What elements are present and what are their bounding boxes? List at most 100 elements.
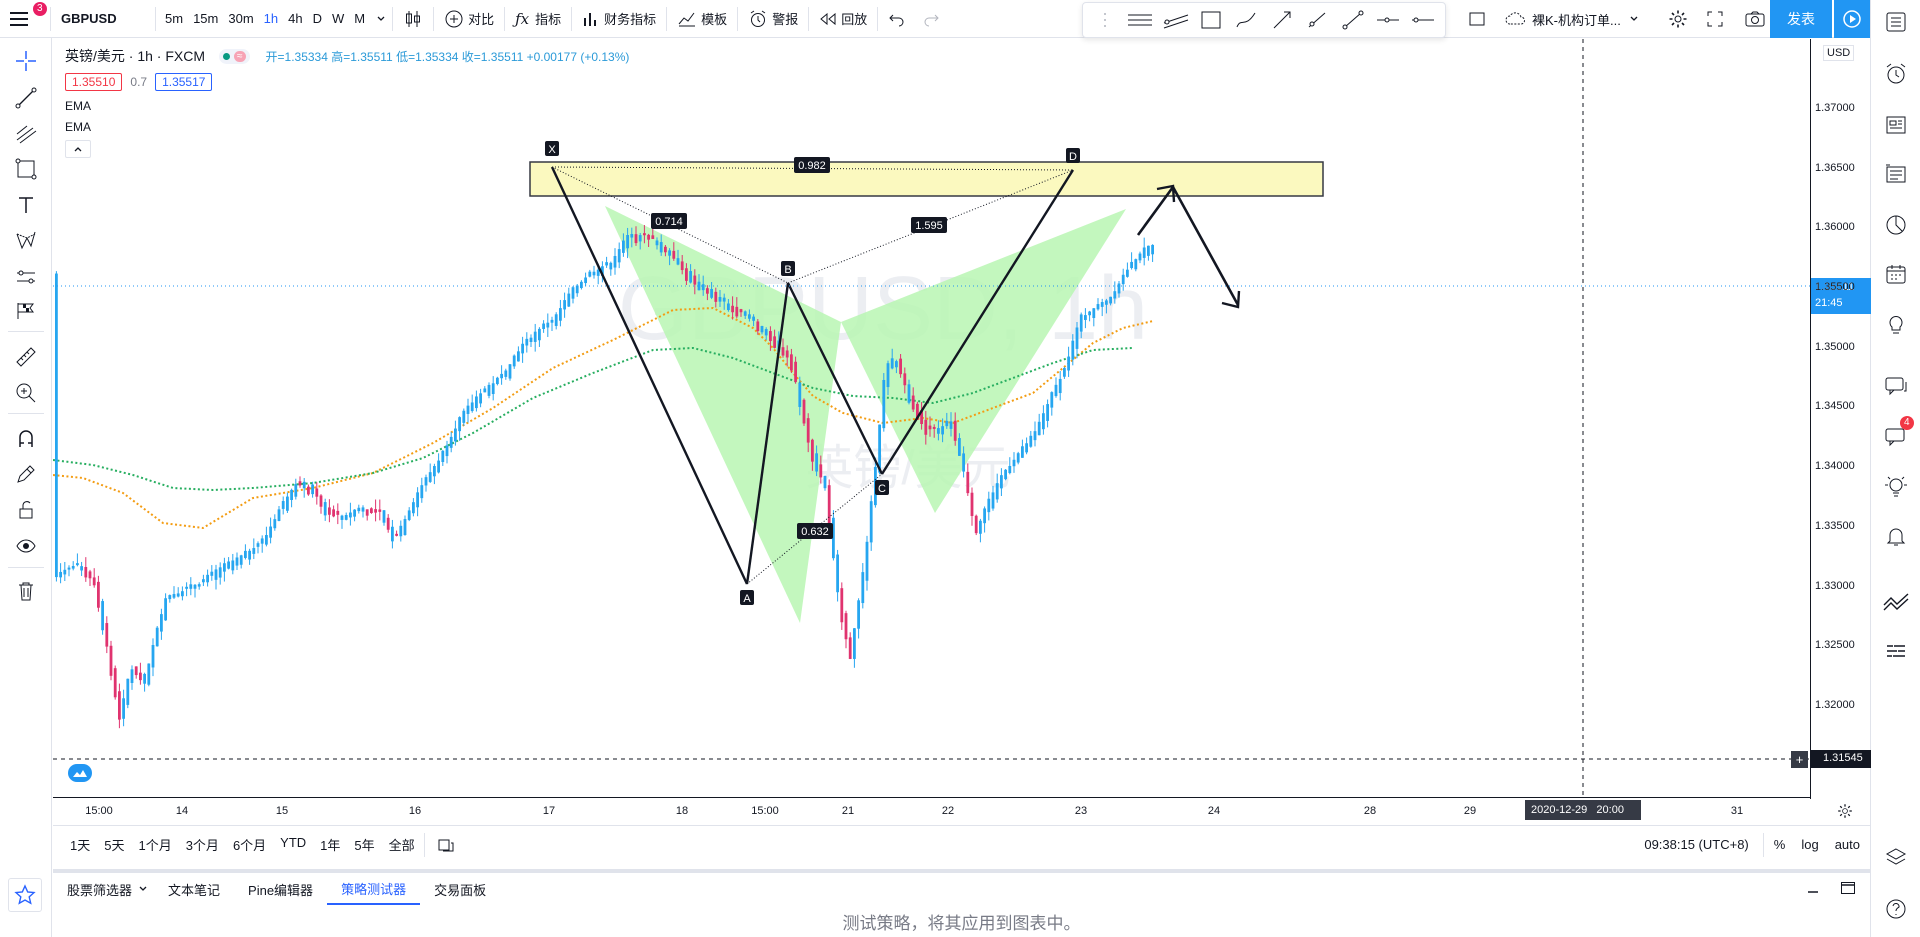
range-1[interactable]: 5天 bbox=[97, 835, 131, 854]
collapse-legend-button[interactable] bbox=[65, 140, 91, 158]
layers-button[interactable] bbox=[1880, 842, 1912, 874]
interval-15m[interactable]: 15m bbox=[188, 11, 223, 26]
trading-logo[interactable] bbox=[68, 764, 92, 782]
range-6[interactable]: 1年 bbox=[313, 835, 347, 854]
trend-line-tool[interactable] bbox=[1335, 3, 1370, 37]
chats-button[interactable] bbox=[1880, 370, 1912, 402]
undo-button[interactable] bbox=[880, 0, 914, 38]
rectangle-tool[interactable] bbox=[1193, 3, 1228, 37]
range-7[interactable]: 5年 bbox=[347, 835, 381, 854]
tab-trading-panel[interactable]: 交易面板 bbox=[420, 873, 500, 905]
fib-tool[interactable] bbox=[11, 119, 41, 149]
range-3[interactable]: 3个月 bbox=[179, 835, 226, 854]
redo-button[interactable] bbox=[914, 0, 948, 38]
snapshot-button[interactable] bbox=[1736, 0, 1774, 38]
prediction-tool[interactable] bbox=[11, 262, 41, 292]
alerts-panel-button[interactable] bbox=[1880, 58, 1912, 90]
range-0[interactable]: 1天 bbox=[63, 835, 97, 854]
tab-strategy-tester[interactable]: 策略测试器 bbox=[327, 873, 421, 905]
fullscreen-rect-button[interactable] bbox=[1460, 0, 1494, 38]
pattern-tool[interactable] bbox=[11, 226, 41, 256]
arrow-tool[interactable] bbox=[1264, 3, 1299, 37]
maximize-panel-button[interactable] bbox=[1832, 881, 1870, 898]
log-toggle[interactable]: log bbox=[1793, 837, 1826, 852]
layout-menu-button[interactable]: 裸K-机构订单... bbox=[1496, 0, 1647, 38]
interval-30m[interactable]: 30m bbox=[223, 11, 258, 26]
horizontal-line-tool[interactable] bbox=[1406, 3, 1441, 37]
interval-4h[interactable]: 4h bbox=[283, 11, 307, 26]
horizontal-ray-tool[interactable] bbox=[1370, 3, 1405, 37]
calendar-button[interactable] bbox=[1880, 258, 1912, 290]
price-axis[interactable]: USD 1.35511 21:45 1.31545 1.37000 1.36500… bbox=[1810, 39, 1871, 799]
help-button[interactable] bbox=[1880, 893, 1912, 925]
dom-button[interactable] bbox=[1880, 636, 1912, 668]
tab-stock-screener[interactable]: 股票筛选器 bbox=[53, 873, 154, 905]
tab-pine-editor[interactable]: Pine编辑器 bbox=[234, 873, 327, 905]
financials-button[interactable]: 财务指标 bbox=[574, 0, 664, 38]
news-button[interactable] bbox=[1880, 109, 1912, 141]
play-button[interactable] bbox=[1834, 0, 1870, 38]
fullscreen-button[interactable] bbox=[1698, 0, 1732, 38]
time-axis[interactable]: 2020-12-29 20:00 15:00 14 15 16 17 18 15:00 21 2… bbox=[53, 797, 1852, 825]
shape-tool[interactable] bbox=[11, 154, 41, 184]
tab-text-notes[interactable]: 文本笔记 bbox=[154, 873, 234, 905]
replay-button[interactable]: 回放 bbox=[811, 0, 875, 38]
icon-tool[interactable] bbox=[11, 296, 41, 326]
remove-drawings-tool[interactable] bbox=[11, 576, 41, 606]
watchlist-star-button[interactable] bbox=[8, 878, 42, 912]
ray-tool[interactable] bbox=[1299, 3, 1334, 37]
support-button[interactable] bbox=[1880, 470, 1912, 502]
data-window-button[interactable] bbox=[1880, 158, 1912, 190]
crosshair-plus-button[interactable]: + bbox=[1791, 751, 1808, 768]
interval-W[interactable]: W bbox=[327, 11, 349, 26]
range-5[interactable]: YTD bbox=[273, 835, 313, 854]
alerts-button[interactable]: 警报 bbox=[740, 0, 806, 38]
drag-handle[interactable] bbox=[1087, 3, 1122, 37]
indicators-button[interactable]: ƒx 指标 bbox=[507, 0, 569, 38]
crosshair-tool[interactable] bbox=[11, 46, 41, 76]
chart-type-button[interactable] bbox=[395, 0, 431, 38]
measure-tool[interactable] bbox=[11, 342, 41, 372]
ideas-button[interactable] bbox=[1880, 308, 1912, 340]
interval-D[interactable]: D bbox=[308, 11, 327, 26]
messages-button[interactable]: 4 bbox=[1880, 416, 1914, 452]
hotlists-button[interactable] bbox=[1880, 209, 1912, 241]
indicator-ema-slow[interactable]: EMA bbox=[65, 120, 629, 134]
compare-button[interactable]: 对比 bbox=[436, 0, 502, 38]
brush-tool[interactable] bbox=[1229, 3, 1264, 37]
indicator-ema-fast[interactable]: EMA bbox=[65, 99, 629, 113]
interval-5m[interactable]: 5m bbox=[160, 11, 188, 26]
ask-price[interactable]: 1.35517 bbox=[155, 73, 213, 91]
magnet-tool[interactable] bbox=[11, 423, 41, 453]
zoom-tool[interactable] bbox=[11, 378, 41, 408]
watchlist-button[interactable] bbox=[1880, 6, 1912, 38]
goto-date-button[interactable] bbox=[427, 837, 465, 853]
stay-in-drawing-tool[interactable] bbox=[11, 459, 41, 489]
text-tool[interactable] bbox=[11, 190, 41, 220]
clock[interactable]: 09:38:15 (UTC+8) bbox=[1632, 837, 1760, 852]
templates-button[interactable]: 模板 bbox=[669, 0, 735, 38]
interval-dropdown[interactable] bbox=[372, 0, 390, 38]
symbol-search[interactable]: GBPUSD bbox=[53, 0, 153, 38]
line-tool[interactable] bbox=[11, 83, 41, 113]
interval-1h[interactable]: 1h bbox=[259, 11, 283, 26]
interval-M[interactable]: M bbox=[349, 11, 370, 26]
channel-tool[interactable] bbox=[1158, 3, 1193, 37]
menu-button[interactable]: 3 bbox=[0, 0, 48, 38]
minimize-panel-button[interactable] bbox=[1794, 881, 1832, 898]
range-4[interactable]: 6个月 bbox=[226, 835, 273, 854]
notifications-button[interactable] bbox=[1880, 520, 1912, 552]
auto-toggle[interactable]: auto bbox=[1827, 837, 1870, 852]
hide-drawings-tool[interactable] bbox=[11, 531, 41, 561]
publish-button[interactable]: 发表 bbox=[1770, 0, 1832, 38]
bid-price[interactable]: 1.35510 bbox=[65, 73, 123, 91]
percent-toggle[interactable]: % bbox=[1766, 837, 1794, 852]
range-8[interactable]: 全部 bbox=[382, 835, 422, 854]
market-status[interactable]: ≈ bbox=[219, 48, 250, 64]
lock-drawings-tool[interactable] bbox=[11, 495, 41, 525]
axis-settings-button[interactable] bbox=[1833, 800, 1857, 822]
pitchfork-tool[interactable] bbox=[1122, 3, 1157, 37]
order-panel-button[interactable] bbox=[1880, 585, 1912, 617]
settings-button[interactable] bbox=[1660, 0, 1696, 38]
currency-label[interactable]: USD bbox=[1823, 45, 1855, 61]
